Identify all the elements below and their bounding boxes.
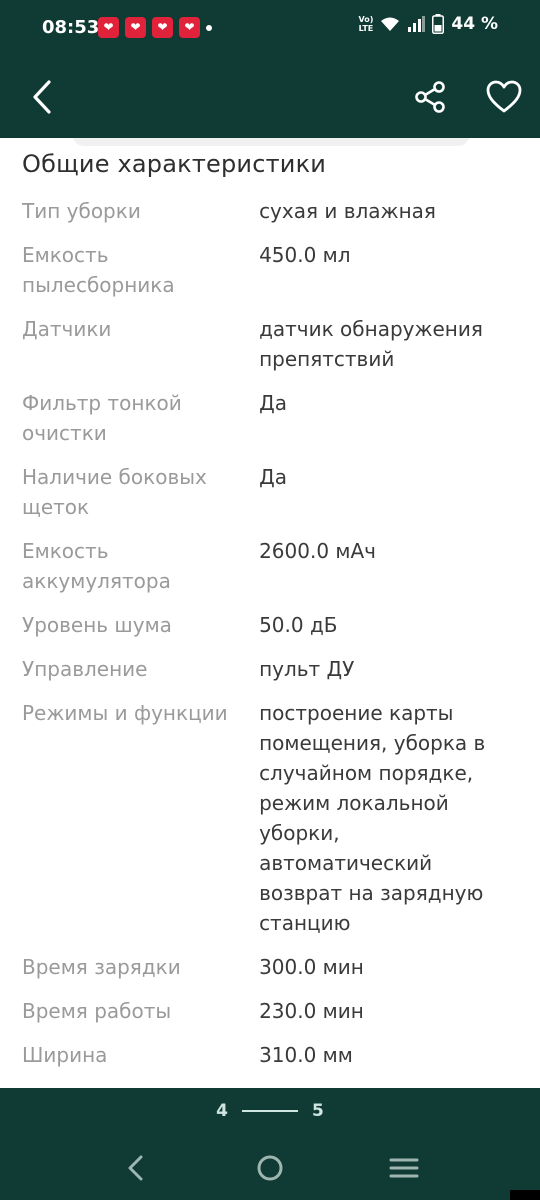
spec-row: Время работы 230.0 мин xyxy=(0,996,540,1040)
nav-recents-icon xyxy=(389,1158,419,1178)
spec-value: 310.0 мм xyxy=(259,1043,353,1067)
heart-badge-icon: ❤ xyxy=(152,17,173,38)
spec-row: Уровень шума 50.0 дБ xyxy=(0,610,540,654)
volte-label-bottom: LTE xyxy=(358,24,374,33)
heart-badge-icon: ❤ xyxy=(98,17,119,38)
more-notifications-dot-icon xyxy=(206,25,212,31)
spec-value: построение карты помещения, уборка в слу… xyxy=(259,701,486,935)
spec-row: Время зарядки 300.0 мин xyxy=(0,952,540,996)
page-indicator: 4 5 xyxy=(0,1088,540,1134)
spec-value: 50.0 дБ xyxy=(259,613,338,637)
spec-value: 230.0 мин xyxy=(259,999,364,1023)
spec-label: Ширина xyxy=(22,1043,108,1067)
spec-row: Датчики датчик обнаружения препятствий xyxy=(0,314,540,388)
status-indicators: Vo) LTE 44 % xyxy=(358,14,498,34)
spec-label: Управление xyxy=(22,657,148,681)
specs-list: Тип уборки сухая и влажная Емкость пылес… xyxy=(0,196,540,1084)
nav-home-button[interactable] xyxy=(248,1148,292,1188)
sheet-edge xyxy=(72,138,470,146)
spec-row: Управление пульт ДУ xyxy=(0,654,540,698)
status-time: 08:53 xyxy=(42,17,100,38)
back-arrow-icon xyxy=(33,80,51,114)
battery-percent: 44 % xyxy=(451,14,498,34)
spec-value: датчик обнаружения препятствий xyxy=(259,317,483,371)
spec-row: Фильтр тонкой очистки Да xyxy=(0,388,540,462)
spec-row: Тип уборки сухая и влажная xyxy=(0,196,540,240)
spec-label: Датчики xyxy=(22,317,112,341)
spec-label: Уровень шума xyxy=(22,613,172,637)
spec-label: Время зарядки xyxy=(22,955,181,979)
signal-icon xyxy=(408,16,426,32)
wifi-icon xyxy=(381,17,400,31)
spec-value: 2600.0 мАч xyxy=(259,539,376,563)
specs-content[interactable]: Общие характеристики Тип уборки сухая и … xyxy=(0,138,540,1088)
spec-label: Емкость аккумулятора xyxy=(22,539,171,593)
nav-back-icon xyxy=(128,1155,143,1181)
corner-block xyxy=(510,1190,540,1200)
spec-value: 300.0 мин xyxy=(259,955,364,979)
nav-back-button[interactable] xyxy=(114,1148,158,1188)
battery-icon xyxy=(432,14,445,34)
spec-value: Да xyxy=(259,465,287,489)
spec-value: 450.0 мл xyxy=(259,243,351,267)
back-button[interactable] xyxy=(18,73,66,121)
heart-badge-icon: ❤ xyxy=(179,17,200,38)
spec-label: Режимы и функции xyxy=(22,701,228,725)
pager-current[interactable]: 4 xyxy=(216,1101,228,1121)
notification-icons: ❤ ❤ ❤ ❤ xyxy=(98,17,212,38)
favorite-button[interactable] xyxy=(480,73,528,121)
spec-row: Емкость пылесборника 450.0 мл xyxy=(0,240,540,314)
pager-next[interactable]: 5 xyxy=(312,1101,324,1121)
heart-badge-icon: ❤ xyxy=(125,17,146,38)
volte-icon: Vo) LTE xyxy=(358,15,373,33)
spec-row: Режимы и функции построение карты помеще… xyxy=(0,698,540,952)
spec-value: Да xyxy=(259,391,287,415)
spec-label: Наличие боковых щеток xyxy=(22,465,207,519)
spec-label: Время работы xyxy=(22,999,172,1023)
share-button[interactable] xyxy=(406,73,454,121)
system-nav-bar xyxy=(0,1134,540,1200)
spec-row: Ширина 310.0 мм xyxy=(0,1040,540,1084)
nav-home-icon xyxy=(257,1155,283,1181)
spec-row: Емкость аккумулятора 2600.0 мАч xyxy=(0,536,540,610)
status-bar: 08:53 ❤ ❤ ❤ ❤ Vo) LTE 44 % xyxy=(0,0,540,56)
spec-label: Емкость пылесборника xyxy=(22,243,175,297)
section-title: Общие характеристики xyxy=(22,150,327,178)
spec-label: Тип уборки xyxy=(22,199,141,223)
spec-label: Фильтр тонкой очистки xyxy=(22,391,182,445)
nav-recents-button[interactable] xyxy=(382,1148,426,1188)
pager-divider xyxy=(242,1110,298,1112)
heart-outline-icon xyxy=(486,80,522,113)
volte-label-top: Vo) xyxy=(358,15,374,24)
spec-value: пульт ДУ xyxy=(259,657,355,681)
share-icon xyxy=(415,81,445,113)
app-bar xyxy=(0,56,540,138)
spec-row: Наличие боковых щеток Да xyxy=(0,462,540,536)
spec-value: сухая и влажная xyxy=(259,199,436,223)
